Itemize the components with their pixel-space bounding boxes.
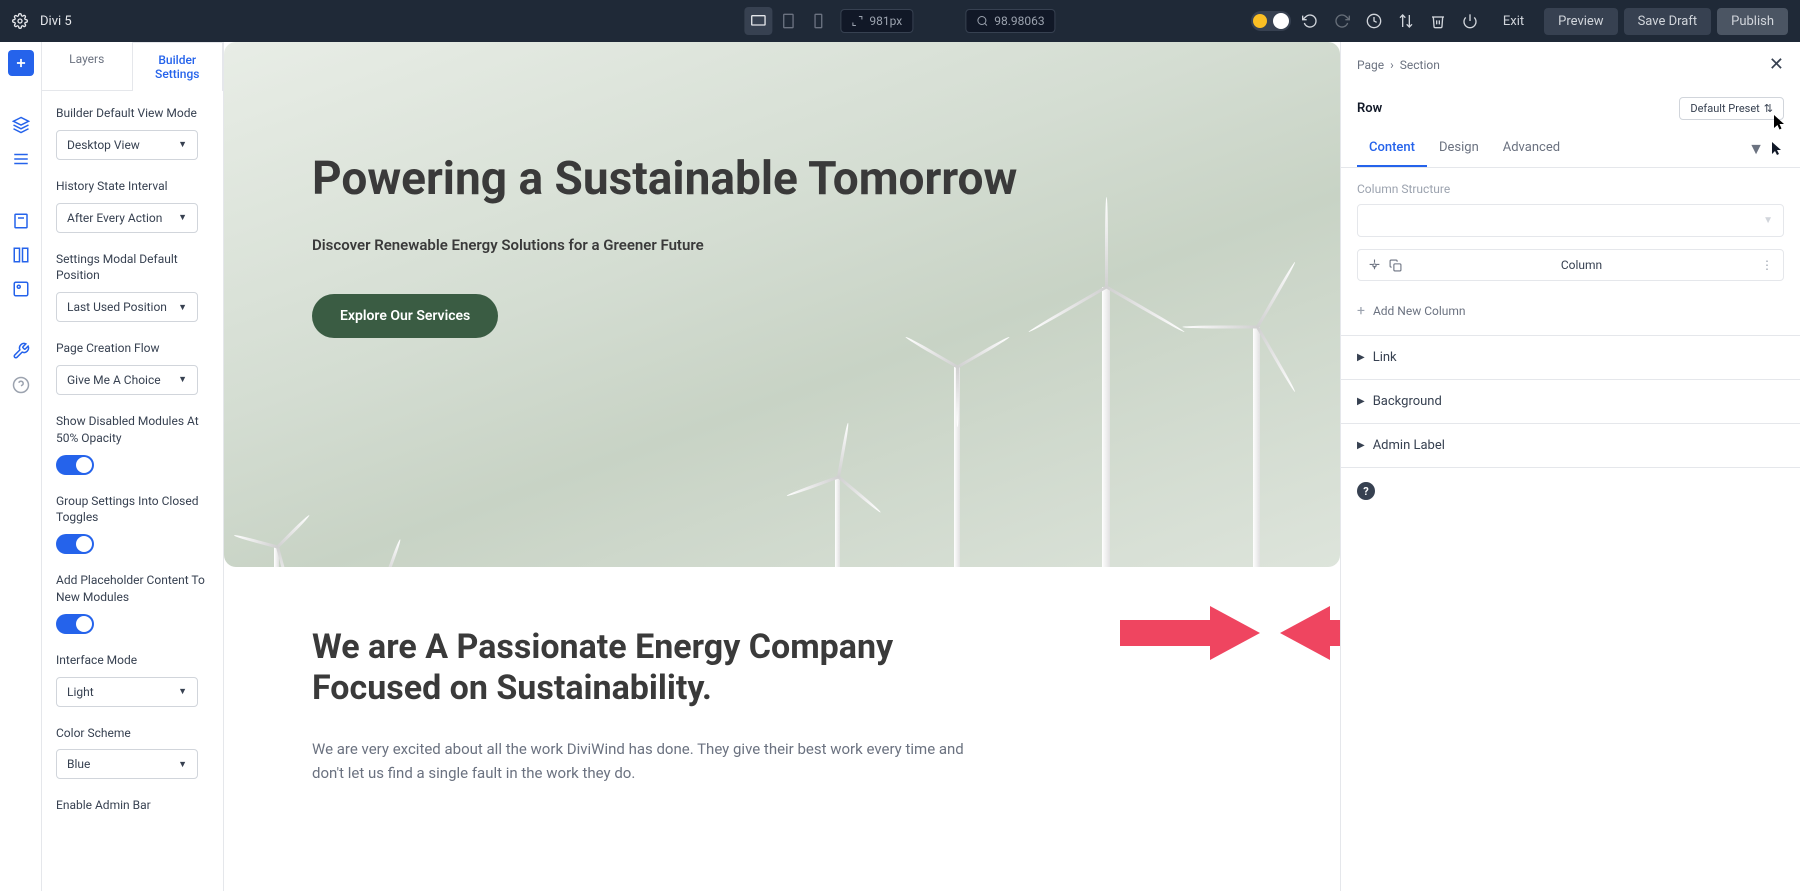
templates-icon[interactable] <box>8 242 34 268</box>
left-panel: Layers Builder Settings Builder Default … <box>42 42 224 891</box>
setting-label: Page Creation Flow <box>56 340 209 357</box>
gear-icon[interactable] <box>1368 259 1381 272</box>
add-column-button[interactable]: + Add New Column <box>1341 293 1800 336</box>
setting-select[interactable]: Last Used Position▼ <box>56 292 198 322</box>
column-label: Column <box>1410 258 1753 272</box>
tab-design[interactable]: Design <box>1427 130 1491 167</box>
mobile-icon[interactable] <box>804 7 832 35</box>
hero-subtitle: Discover Renewable Energy Solutions for … <box>312 236 1340 254</box>
redo-icon[interactable] <box>1329 8 1355 34</box>
tab-content[interactable]: Content <box>1357 130 1427 167</box>
sort-icon[interactable] <box>1393 8 1419 34</box>
arrow-right-icon <box>1120 606 1260 660</box>
column-item[interactable]: Column ⋮ <box>1357 249 1784 281</box>
tab-builder-settings[interactable]: Builder Settings <box>132 42 224 91</box>
section-title: We are A Passionate Energy Company Focus… <box>312 627 992 709</box>
accordion-background[interactable]: ▶Background <box>1341 380 1800 424</box>
hero-title: Powering a Sustainable Tomorrow <box>312 152 1340 206</box>
column-structure-selector[interactable]: ▼ <box>1357 204 1784 237</box>
publish-button[interactable]: Publish <box>1717 8 1788 35</box>
undo-icon[interactable] <box>1297 8 1323 34</box>
daynight-toggle[interactable] <box>1251 11 1291 31</box>
preset-icon: ⇅ <box>1764 102 1773 115</box>
setting-toggle[interactable] <box>56 534 94 554</box>
setting-select[interactable]: Blue▼ <box>56 749 198 779</box>
setting-label: Add Placeholder Content To New Modules <box>56 572 209 606</box>
breadcrumb-section[interactable]: Section <box>1400 58 1440 72</box>
desktop-icon[interactable] <box>744 7 772 35</box>
search-icon <box>976 15 988 27</box>
setting-select[interactable]: Desktop View▼ <box>56 130 198 160</box>
breadcrumb-page[interactable]: Page <box>1357 58 1384 72</box>
accordion-admin-label[interactable]: ▶Admin Label <box>1341 424 1800 468</box>
row-title: Row <box>1357 101 1382 116</box>
tab-layers[interactable]: Layers <box>42 42 132 90</box>
chevron-down-icon[interactable]: ▼ <box>1748 139 1764 159</box>
viewport-width-value: 981px <box>869 14 902 28</box>
tools-icon[interactable] <box>8 338 34 364</box>
column-structure-label: Column Structure <box>1341 168 1800 204</box>
chevron-down-icon: ▼ <box>1763 215 1773 226</box>
close-icon[interactable]: ✕ <box>1769 54 1784 75</box>
preview-button[interactable]: Preview <box>1544 8 1617 35</box>
accordion-link[interactable]: ▶Link <box>1341 336 1800 380</box>
duplicate-icon[interactable] <box>1389 259 1402 272</box>
setting-label: Color Scheme <box>56 725 209 742</box>
icon-rail <box>0 42 42 891</box>
annotation-arrows <box>1120 606 1340 660</box>
help-icon[interactable]: ? <box>1357 482 1375 500</box>
section-body: We are very excited about all the work D… <box>312 737 992 785</box>
setting-toggle[interactable] <box>56 455 94 475</box>
cursor-icon[interactable] <box>1772 142 1784 156</box>
library-icon[interactable] <box>8 276 34 302</box>
chevron-right-icon: › <box>1390 58 1394 72</box>
save-draft-button[interactable]: Save Draft <box>1624 8 1712 35</box>
tab-advanced[interactable]: Advanced <box>1491 130 1572 167</box>
preset-button[interactable]: Default Preset⇅ <box>1679 97 1784 120</box>
expand-icon <box>851 15 863 27</box>
exit-button[interactable]: Exit <box>1489 8 1538 35</box>
zoom-input[interactable]: 98.98063 <box>965 9 1055 33</box>
setting-label: Builder Default View Mode <box>56 105 209 122</box>
gear-icon[interactable] <box>12 13 28 29</box>
setting-label: Show Disabled Modules At 50% Opacity <box>56 413 209 447</box>
viewport-width-input[interactable]: 981px <box>840 9 913 33</box>
zoom-value: 98.98063 <box>994 14 1044 28</box>
trash-icon[interactable] <box>1425 8 1451 34</box>
setting-select[interactable]: Give Me A Choice▼ <box>56 365 198 395</box>
breadcrumb: Page › Section ✕ <box>1341 42 1800 87</box>
setting-label: History State Interval <box>56 178 209 195</box>
setting-label: Enable Admin Bar <box>56 797 209 814</box>
page-icon[interactable] <box>8 208 34 234</box>
setting-label: Settings Modal Default Position <box>56 251 209 285</box>
history-icon[interactable] <box>1361 8 1387 34</box>
help-icon[interactable] <box>8 372 34 398</box>
setting-toggle[interactable] <box>56 614 94 634</box>
hero-section: Powering a Sustainable Tomorrow Discover… <box>224 42 1340 567</box>
power-icon[interactable] <box>1457 8 1483 34</box>
setting-select[interactable]: After Every Action▼ <box>56 203 198 233</box>
tablet-icon[interactable] <box>774 7 802 35</box>
canvas: Powering a Sustainable Tomorrow Discover… <box>224 42 1340 891</box>
setting-select[interactable]: Light▼ <box>56 677 198 707</box>
app-name: Divi 5 <box>40 14 72 29</box>
topbar: Divi 5 981px 98.98063 Exit Preview Save … <box>0 0 1800 42</box>
content-section: We are A Passionate Energy Company Focus… <box>224 567 1340 785</box>
layers-icon[interactable] <box>8 112 34 138</box>
list-icon[interactable] <box>8 146 34 172</box>
cta-button[interactable]: Explore Our Services <box>312 294 498 338</box>
add-button[interactable] <box>8 50 34 76</box>
plus-icon: + <box>1357 303 1365 319</box>
more-icon[interactable]: ⋮ <box>1761 258 1773 272</box>
right-panel: Page › Section ✕ Row Default Preset⇅ Con… <box>1340 42 1800 891</box>
setting-label: Group Settings Into Closed Toggles <box>56 493 209 527</box>
setting-label: Interface Mode <box>56 652 209 669</box>
arrow-left-icon <box>1280 606 1340 660</box>
